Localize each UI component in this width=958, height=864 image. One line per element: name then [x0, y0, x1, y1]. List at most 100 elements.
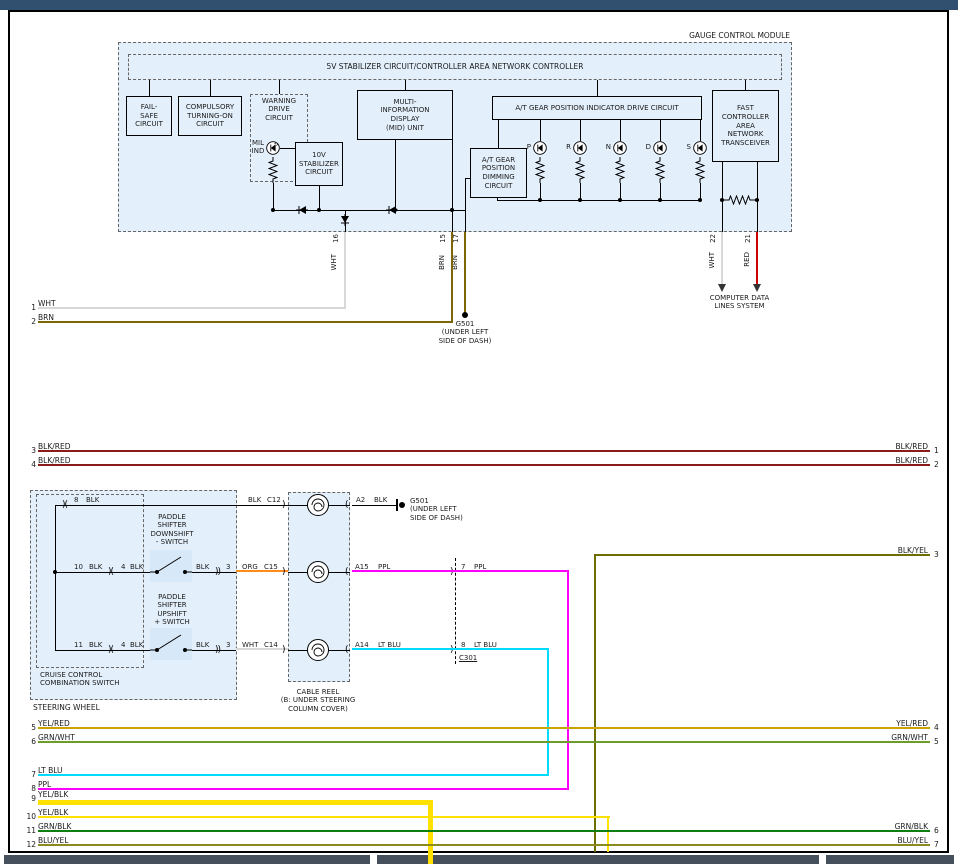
circuit-line: [660, 120, 661, 141]
row-number: 9: [22, 794, 36, 803]
pin-number: 22: [710, 234, 717, 243]
ground-dot: [399, 502, 405, 508]
g501-ground-label: G501 (UNDER LEFT SIDE OF DASH): [420, 320, 510, 345]
wire-blkred-row4: [38, 464, 930, 466]
diode-icon: [296, 205, 308, 215]
wire-grnblk-row11: [38, 830, 930, 832]
wire-ppl-vertical: [567, 570, 569, 790]
pin-number: 10: [74, 563, 83, 571]
pin-number: 15: [440, 234, 447, 243]
circuit-line: [55, 505, 56, 650]
wire-wht-pin16: [344, 232, 346, 309]
circuit-line: [288, 572, 307, 573]
pin-number: 3: [226, 641, 230, 649]
junction-dot: [578, 198, 582, 202]
circuit-line: [540, 120, 541, 141]
row-wire-label: GRN/BLK: [856, 822, 928, 831]
resistor-icon: [695, 157, 705, 183]
connector-icon: ): [450, 645, 453, 655]
gear-letter: D: [641, 143, 651, 151]
ground-dot: [462, 312, 468, 318]
wire-wht-pin22: [721, 232, 723, 284]
wire-color-label: BLK: [196, 563, 209, 571]
gear-letter: N: [601, 143, 611, 151]
row-wire-label: BLK/RED: [856, 442, 928, 451]
wire-grnwht-row6: [38, 741, 930, 743]
steering-wheel-label: STEERING WHEEL: [33, 703, 100, 712]
wire-color-label: BRN: [452, 255, 459, 270]
pin-number: 16: [333, 234, 340, 243]
circuit-line: [288, 650, 307, 651]
row-wire-label: BLK/RED: [38, 456, 71, 465]
wire-brn-pin15: [451, 232, 453, 323]
module-title: GAUGE CONTROL MODULE: [640, 31, 790, 40]
row-wire-label: YEL/RED: [856, 719, 928, 728]
connector-icon: (: [345, 645, 348, 655]
pin-number: 4: [121, 641, 125, 649]
c301-label: C301: [459, 654, 477, 662]
gear-led-icon: [653, 141, 667, 155]
circuit-line: [280, 148, 295, 149]
row-wire-label: YEL/RED: [38, 719, 70, 728]
row-number: 7: [934, 840, 939, 849]
junction-dot: [618, 198, 622, 202]
connector-icon: (: [345, 567, 348, 577]
fail-safe-circuit-box: FAIL- SAFE CIRCUIT: [126, 96, 172, 136]
circuit-line: [288, 505, 307, 506]
row-number: 12: [22, 840, 36, 849]
connector-icon: ): [282, 567, 285, 577]
mil-indicator-label: MIL IND: [249, 139, 267, 156]
connector-icon: (: [345, 500, 348, 510]
connector-id: C12: [267, 496, 281, 504]
row-number: 6: [22, 737, 36, 746]
row-wire-label: WHT: [38, 299, 56, 308]
resistor-icon: [655, 157, 665, 183]
wire-color-label: RED: [744, 252, 751, 267]
wire-wht-row1: [38, 307, 345, 309]
circuit-line: [210, 80, 211, 96]
wire-org: [236, 570, 288, 572]
circuit-line: [745, 80, 746, 90]
cruise-switch-label: CRUISE CONTROL COMBINATION SWITCH: [40, 671, 140, 688]
wire-ltblu-row7: [38, 774, 549, 776]
circuit-line: [597, 80, 598, 96]
circuit-line: [452, 140, 453, 232]
row-number: 5: [22, 723, 36, 732]
row-number: 10: [22, 812, 36, 821]
row-wire-label: GRN/WHT: [856, 733, 928, 742]
resistor-icon: [722, 195, 757, 205]
wire-yelblk-vertical-thick: [428, 800, 433, 864]
connector-icon: ): [282, 645, 285, 655]
cable-reel-coil-icon: [306, 493, 330, 517]
row-number: 7: [22, 770, 36, 779]
row-wire-label: LT BLU: [38, 766, 63, 775]
cable-reel-coil-icon: [306, 560, 330, 584]
circuit-line: [465, 178, 471, 179]
wire-red-pin21: [756, 232, 758, 284]
row-wire-label: BLK/RED: [856, 456, 928, 465]
wire-ltblu-out: [352, 648, 549, 650]
taskbar-segment: [826, 855, 954, 864]
ground-bar: [396, 499, 398, 511]
row-number: 3: [22, 446, 36, 455]
arrow-down-icon: [718, 284, 726, 292]
pin-number: 8: [74, 496, 78, 504]
wire-yelblk-vertical-thin: [607, 816, 609, 852]
row-number: 4: [22, 460, 36, 469]
junction-dot: [538, 198, 542, 202]
diode-icon: [340, 214, 350, 226]
wire-ppl-out: [352, 570, 569, 572]
diode-icon: [386, 205, 398, 215]
wire-wht: [236, 648, 288, 650]
circuit-line: [319, 186, 320, 210]
connector-icon: )): [215, 645, 220, 655]
junction-dot: [317, 208, 321, 212]
switch-icon: [150, 550, 192, 582]
taskbar-segment: [4, 855, 370, 864]
wire-color-label: BLK: [248, 496, 261, 504]
circuit-bus: [497, 200, 701, 201]
gear-letter: P: [521, 143, 531, 151]
row-wire-label: PPL: [38, 780, 51, 789]
junction-dot: [658, 198, 662, 202]
can-transceiver-box: FAST CONTROLLER AREA NETWORK TRANSCEIVER: [712, 90, 779, 162]
